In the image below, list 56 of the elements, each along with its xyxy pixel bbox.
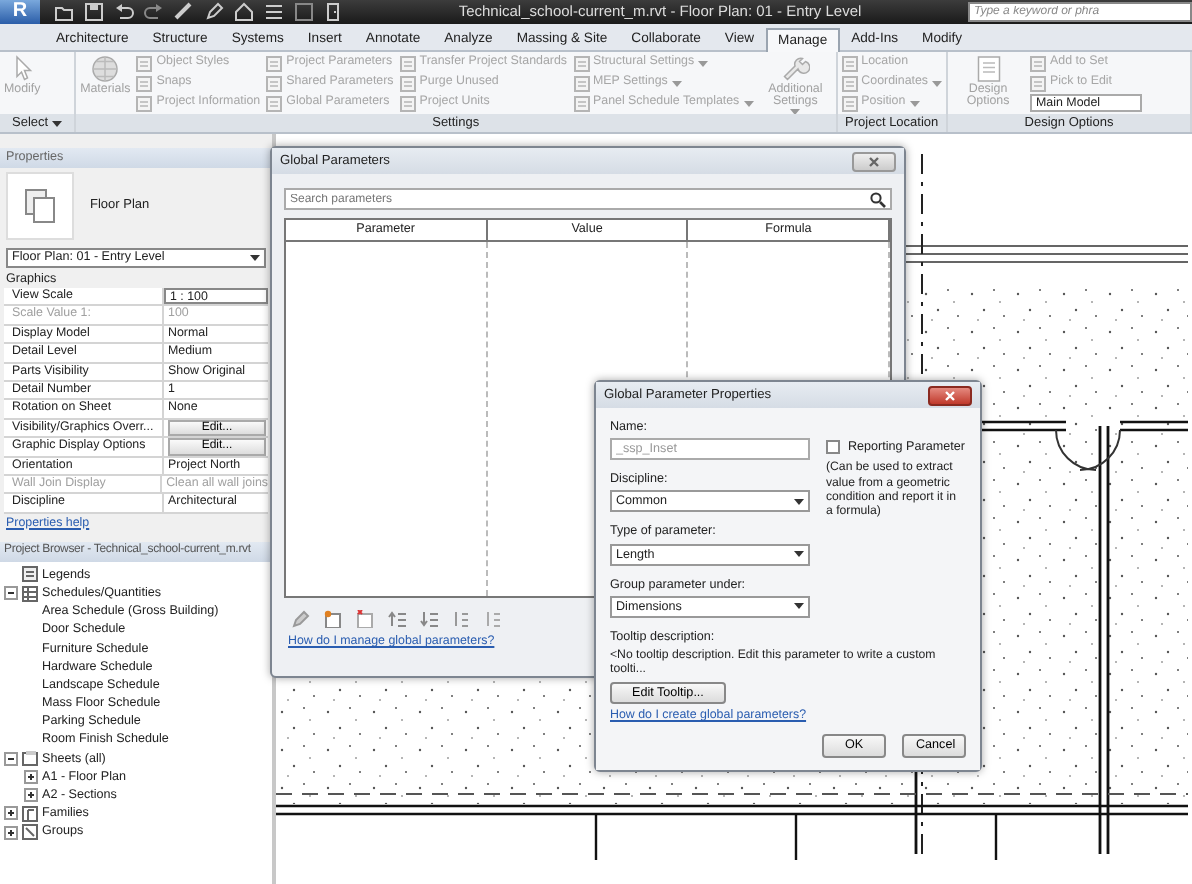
caret-icon [671,79,682,87]
family-icon [22,805,38,822]
document-icon [266,75,283,91]
sphere-icon [90,54,121,84]
caret-icon [932,79,943,87]
wrench-icon [780,54,811,84]
app-logo[interactable]: R [0,0,40,24]
door-icon[interactable] [324,2,344,22]
undo-icon[interactable] [114,2,134,22]
expand-icon[interactable] [24,788,38,803]
caret-icon [794,550,804,559]
group-icon [22,824,38,841]
document-icon [399,95,416,111]
document-icon [399,75,416,91]
caret-icon [52,119,63,127]
document-icon [573,75,589,91]
document-icon [573,95,589,111]
document-icon [266,95,283,111]
collapse-icon[interactable] [4,586,18,601]
expand-icon[interactable] [4,825,18,840]
close-icon [868,155,880,167]
document-icon [1030,75,1047,91]
search-icon [870,191,886,207]
caret-icon [794,497,804,506]
document-icon [841,75,858,91]
delete-parameter-icon[interactable] [356,610,374,628]
move-up-icon[interactable] [388,610,406,628]
window-icon[interactable] [294,2,314,22]
expand-icon[interactable] [4,806,18,821]
new-parameter-icon[interactable] [324,610,342,628]
table-icon [22,585,38,602]
caret-icon [794,602,804,611]
checkbox[interactable] [826,440,840,455]
close-icon [944,389,956,401]
caret-icon [909,99,920,107]
sheets-icon [22,750,38,767]
document-icon [136,75,153,91]
folder-icon[interactable] [54,2,74,22]
redo-icon[interactable] [144,2,164,22]
house-icon[interactable] [234,2,254,22]
legend-icon [22,566,38,583]
save-icon[interactable] [84,2,104,22]
document-icon [136,95,153,111]
caret-icon [250,254,260,262]
sheets-icon [22,188,58,224]
document-icon [841,95,858,111]
close-button[interactable] [928,385,972,405]
expand-icon[interactable] [24,769,38,784]
caret-icon [743,99,754,107]
close-button[interactable] [852,151,896,171]
move-down-icon[interactable] [420,610,438,628]
list-icon[interactable] [264,2,284,22]
pencil-icon[interactable] [204,2,224,22]
collapse-icon[interactable] [4,751,18,766]
caret-icon [698,59,709,67]
ruler-icon[interactable] [174,2,194,22]
